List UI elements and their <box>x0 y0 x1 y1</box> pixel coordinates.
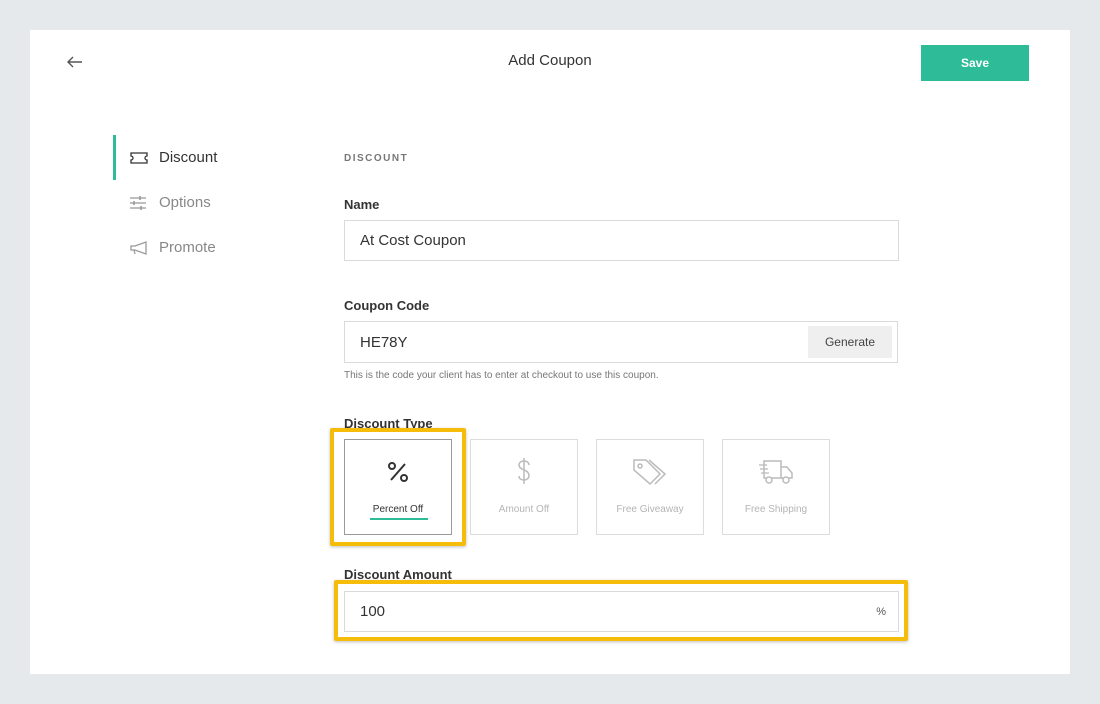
discount-amount-highlight <box>334 580 908 641</box>
sidebar-item-label: Options <box>159 194 211 211</box>
discount-type-free-shipping[interactable]: Free Shipping <box>722 439 830 535</box>
page-title: Add Coupon <box>508 52 592 69</box>
tags-icon <box>632 456 668 488</box>
sidebar-item-label: Discount <box>159 149 218 166</box>
discount-type-label-text: Free Giveaway <box>616 504 684 515</box>
name-label: Name <box>344 197 380 212</box>
megaphone-icon <box>129 240 149 256</box>
coupon-code-helper: This is the code your client has to ente… <box>344 370 659 381</box>
coupon-code-label: Coupon Code <box>344 298 430 313</box>
name-value: At Cost Coupon <box>360 232 466 249</box>
dollar-icon <box>514 456 534 488</box>
sidebar-item-label: Promote <box>159 239 216 256</box>
name-field[interactable]: At Cost Coupon <box>344 220 899 261</box>
discount-type-amount-off[interactable]: Amount Off <box>470 439 578 535</box>
discount-type-free-giveaway[interactable]: Free Giveaway <box>596 439 704 535</box>
sidebar: Discount Options Promote <box>113 135 293 270</box>
section-label: DISCOUNT <box>344 153 409 164</box>
sidebar-item-promote[interactable]: Promote <box>113 225 293 270</box>
ticket-icon <box>129 150 149 166</box>
sidebar-item-discount[interactable]: Discount <box>113 135 293 180</box>
discount-type-label-text: Amount Off <box>498 504 550 515</box>
coupon-card: Add Coupon Save Discount Options Promote… <box>30 30 1070 674</box>
generate-button[interactable]: Generate <box>808 326 892 358</box>
coupon-code-field[interactable]: HE78Y Generate <box>344 321 898 363</box>
sidebar-item-options[interactable]: Options <box>113 180 293 225</box>
coupon-code-value: HE78Y <box>360 333 408 351</box>
sliders-icon <box>129 195 149 211</box>
truck-icon <box>758 456 794 488</box>
discount-type-label-text: Free Shipping <box>744 504 808 515</box>
save-button[interactable]: Save <box>921 45 1029 81</box>
percent-off-highlight <box>330 428 466 546</box>
